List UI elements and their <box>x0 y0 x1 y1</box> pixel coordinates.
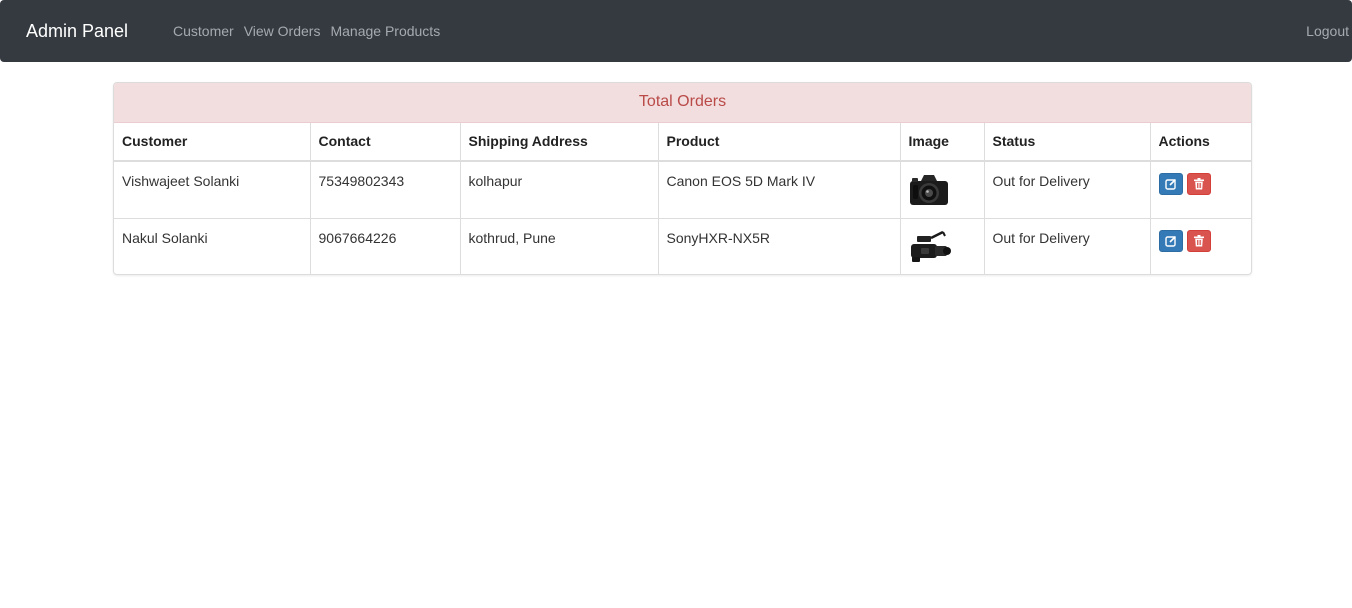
delete-button[interactable] <box>1186 173 1211 195</box>
trash-icon <box>1193 178 1204 190</box>
brand-title[interactable]: Admin Panel <box>26 19 128 43</box>
cell-customer: Vishwajeet Solanki <box>114 161 311 219</box>
cell-customer: Nakul Solanki <box>114 218 311 274</box>
header-image: Image <box>900 123 985 162</box>
nav-link-view-orders[interactable]: View Orders <box>244 22 321 40</box>
orders-table: Customer Contact Shipping Address Produc… <box>114 123 1251 274</box>
cell-contact: 9067664226 <box>310 218 461 274</box>
header-customer: Customer <box>114 123 311 162</box>
cell-image <box>900 161 985 219</box>
nav-links: Customer View Orders Manage Products <box>173 22 440 40</box>
orders-panel: Total Orders Customer Contact Shipping A… <box>113 82 1252 275</box>
edit-button[interactable] <box>1158 229 1183 252</box>
delete-button[interactable] <box>1186 229 1211 252</box>
header-status: Status <box>984 123 1151 162</box>
cell-image <box>900 218 985 274</box>
cell-contact: 75349802343 <box>310 161 461 219</box>
top-navbar: Admin Panel Customer View Orders Manage … <box>0 0 1352 62</box>
header-actions: Actions <box>1150 123 1251 162</box>
nav-link-manage-products[interactable]: Manage Products <box>330 22 440 40</box>
panel-title: Total Orders <box>114 83 1251 123</box>
logout-link[interactable]: Logout <box>1306 22 1349 40</box>
header-product: Product <box>658 123 901 162</box>
edit-icon <box>1164 235 1176 247</box>
cell-actions <box>1150 218 1251 274</box>
cell-product: Canon EOS 5D Mark IV <box>658 161 901 219</box>
table-row: Vishwajeet Solanki 75349802343 kolhapur … <box>114 161 1251 219</box>
header-shipping-address: Shipping Address <box>460 123 659 162</box>
edit-icon <box>1164 178 1176 190</box>
table-row: Nakul Solanki 9067664226 kothrud, Pune S… <box>114 218 1251 274</box>
edit-button[interactable] <box>1158 173 1183 195</box>
header-contact: Contact <box>310 123 461 162</box>
nav-link-customer[interactable]: Customer <box>173 22 234 40</box>
cell-product: SonyHXR-NX5R <box>658 218 901 274</box>
trash-icon <box>1193 234 1204 246</box>
dslr-camera-icon <box>909 175 948 205</box>
camcorder-icon <box>910 230 951 262</box>
cell-actions <box>1150 161 1251 219</box>
cell-status: Out for Delivery <box>984 218 1151 274</box>
cell-address: kothrud, Pune <box>460 218 659 274</box>
table-header-row: Customer Contact Shipping Address Produc… <box>114 123 1251 162</box>
cell-address: kolhapur <box>460 161 659 219</box>
cell-status: Out for Delivery <box>984 161 1151 219</box>
